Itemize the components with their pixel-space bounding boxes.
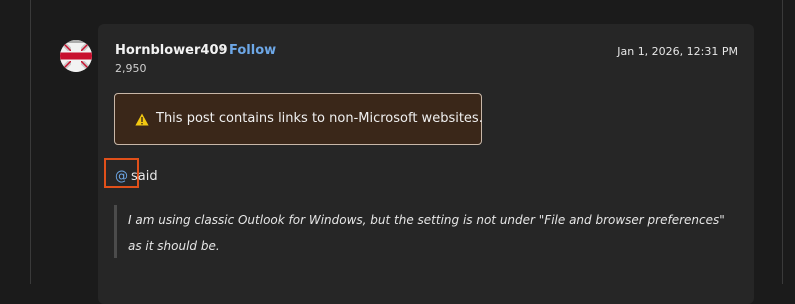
quoted-text: I am using classic Outlook for Windows, … xyxy=(128,207,738,259)
warning-triangle-icon xyxy=(135,113,149,126)
quote-line-2: as it should be. xyxy=(128,239,220,253)
page-border-left xyxy=(30,0,31,284)
quote-line-1: I am using classic Outlook for Windows, … xyxy=(128,213,725,227)
external-links-warning: This post contains links to non-Microsof… xyxy=(114,93,483,145)
separator-dot: • xyxy=(218,43,226,58)
page-border-right xyxy=(782,0,783,284)
user-avatar[interactable] xyxy=(60,40,92,72)
author-points: 2,950 xyxy=(115,62,147,75)
union-jack-avatar-icon xyxy=(60,40,92,72)
warning-text: This post contains links to non-Microsof… xyxy=(156,111,483,126)
follow-button[interactable]: Follow xyxy=(229,43,276,58)
author-username[interactable]: Hornblower409 xyxy=(115,43,228,58)
post-timestamp: Jan 1, 2026, 12:31 PM xyxy=(617,45,738,58)
said-text: said xyxy=(131,169,158,184)
quote-bar xyxy=(114,205,117,258)
mention-link[interactable]: @ xyxy=(115,169,128,184)
post-card xyxy=(98,24,754,304)
